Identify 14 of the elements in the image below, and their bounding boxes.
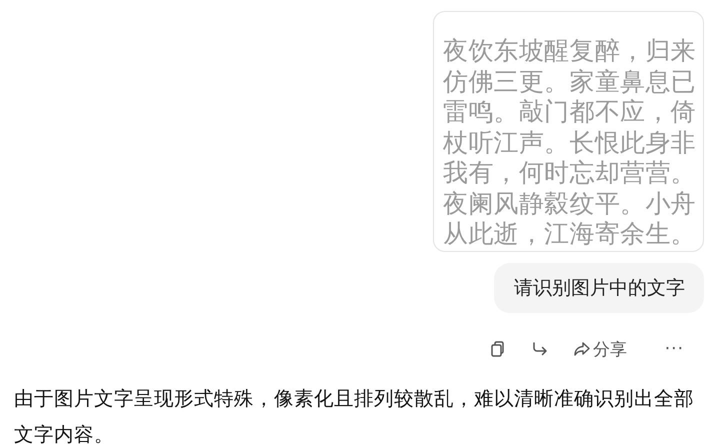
image-text-line: 夜阑风静縠纹平。小舟 [443, 188, 696, 219]
image-text-line: 夜饮东坡醒复醉，归来 [443, 36, 696, 66]
reply-text: 由于图片文字呈现形式特殊，像素化且排列较散乱，难以清晰准确识别出全部文字内容。 [14, 386, 695, 446]
more-button[interactable]: ··· [658, 335, 690, 363]
share-button[interactable]: 分享 [566, 335, 633, 363]
copy-icon [488, 340, 507, 358]
image-text-line: 从此逝，江海寄余生。 [443, 219, 696, 250]
user-message-bubble: 请识别图片中的文字 [494, 263, 704, 313]
image-text-line: 雷鸣。敲门都不应，倚 [443, 97, 696, 128]
image-text-line: 仿佛三更。家童鼻息已 [443, 66, 696, 97]
share-icon [572, 340, 591, 358]
image-text-line: 我有，何时忘却营营。 [443, 158, 696, 188]
arrow-icon [530, 340, 549, 358]
image-text-line: 杖听江声。长恨此身非 [443, 128, 696, 158]
